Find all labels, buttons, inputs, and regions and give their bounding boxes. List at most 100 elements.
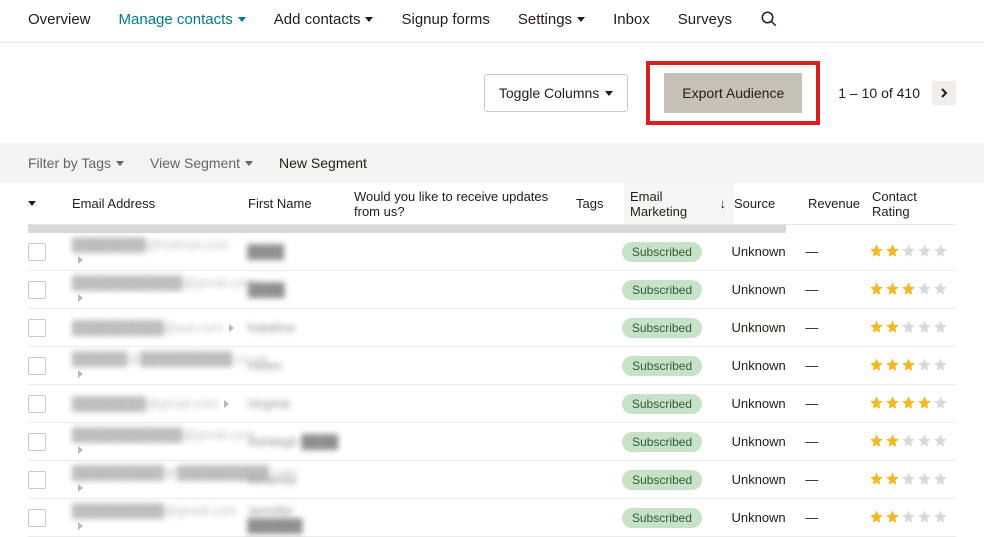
filter-by-tags[interactable]: Filter by Tags [28, 155, 124, 171]
next-page-button[interactable] [932, 81, 956, 105]
table-row[interactable]: ██████████@aol.comNatalinaSubscribedUnkn… [28, 309, 956, 347]
header-revenue[interactable]: Revenue [808, 196, 872, 211]
table-row[interactable]: ████████████@gmail.comAshleigh ████Subsc… [28, 423, 956, 461]
nav-settings[interactable]: Settings [518, 11, 585, 28]
row-checkbox[interactable] [28, 319, 46, 337]
chevron-right-icon [229, 324, 234, 332]
star-icon [869, 243, 884, 261]
header-email[interactable]: Email Address [72, 196, 248, 211]
header-first-name[interactable]: First Name [248, 196, 354, 211]
nav-add-contacts[interactable]: Add contacts [274, 11, 374, 28]
toggle-columns-button[interactable]: Toggle Columns [484, 74, 628, 112]
star-icon [933, 319, 948, 337]
star-icon [885, 433, 900, 451]
first-name-cell: Helen [248, 358, 282, 373]
row-checkbox[interactable] [28, 395, 46, 413]
star-icon [885, 471, 900, 489]
export-audience-button[interactable]: Export Audience [664, 73, 802, 113]
star-icon [917, 509, 932, 527]
table-row[interactable]: ██████@██████████.co.zaHelenSubscribedUn… [28, 347, 956, 385]
rating-stars [869, 509, 948, 527]
horizontal-scroll-indicator[interactable] [28, 225, 786, 233]
row-checkbox[interactable] [28, 471, 46, 489]
header-updates[interactable]: Would you like to receive updates from u… [354, 189, 576, 219]
star-icon [901, 471, 916, 489]
view-segment[interactable]: View Segment [150, 155, 253, 171]
table-row[interactable]: ████████@hotmail.com████SubscribedUnknow… [28, 233, 956, 271]
email-cell: ██████████@gmail.com [72, 503, 237, 518]
star-icon [917, 281, 932, 299]
revenue-cell: — [805, 472, 818, 487]
nav-surveys[interactable]: Surveys [678, 11, 732, 28]
nav-manage-contacts[interactable]: Manage contacts [119, 11, 246, 28]
star-icon [869, 281, 884, 299]
star-icon [917, 319, 932, 337]
star-icon [869, 471, 884, 489]
star-icon [869, 319, 884, 337]
star-icon [885, 395, 900, 413]
first-name-cell: Jennifer ██████ [247, 503, 302, 533]
email-cell: ████████████@gmail.com [72, 275, 255, 290]
toolbar: Toggle Columns Export Audience 1 – 10 of… [0, 43, 984, 143]
star-icon [917, 243, 932, 261]
revenue-cell: — [805, 396, 818, 411]
revenue-cell: — [805, 320, 818, 335]
chevron-right-icon [78, 370, 83, 378]
row-checkbox[interactable] [28, 433, 46, 451]
email-cell: ██████@██████████.co.za [72, 351, 267, 366]
star-icon [917, 395, 932, 413]
star-icon [901, 281, 916, 299]
star-icon [869, 357, 884, 375]
pagination: 1 – 10 of 410 [838, 81, 956, 105]
table-body: ████████@hotmail.com████SubscribedUnknow… [0, 233, 984, 537]
pagination-text: 1 – 10 of 410 [838, 85, 920, 101]
revenue-cell: — [805, 510, 818, 525]
source-cell: Unknown [732, 472, 806, 487]
chevron-down-icon [245, 161, 253, 166]
star-icon [885, 509, 900, 527]
rating-stars [869, 395, 948, 413]
table-row[interactable]: ██████████@gmail.comJennifer ██████Subsc… [28, 499, 956, 537]
header-email-marketing[interactable]: Email Marketing↓ [624, 183, 734, 224]
header-source[interactable]: Source [734, 196, 808, 211]
table-row[interactable]: ████████@gmail.comVirginiaSubscribedUnkn… [28, 385, 956, 423]
new-segment[interactable]: New Segment [279, 155, 367, 171]
header-tags[interactable]: Tags [576, 196, 624, 211]
chevron-right-icon [224, 400, 229, 408]
star-icon [917, 471, 932, 489]
first-name-cell: Natalina [247, 320, 295, 335]
first-name-cell: Virginia [247, 396, 290, 411]
chevron-right-icon [78, 484, 83, 492]
nav-overview[interactable]: Overview [28, 11, 91, 28]
table-row[interactable]: ██████████@██████████.comAmandaSubscribe… [28, 461, 956, 499]
header-contact-rating[interactable]: Contact Rating [872, 189, 956, 219]
first-name-cell: ████ [247, 244, 284, 259]
nav-inbox[interactable]: Inbox [613, 11, 650, 28]
chevron-down-icon [605, 91, 613, 96]
status-badge: Subscribed [622, 394, 702, 414]
table-header: Email Address First Name Would you like … [28, 183, 956, 225]
chevron-right-icon [78, 446, 83, 454]
source-cell: Unknown [731, 244, 805, 259]
row-checkbox[interactable] [28, 243, 46, 261]
header-expand[interactable] [28, 201, 72, 206]
chevron-down-icon [238, 17, 246, 22]
star-icon [933, 471, 948, 489]
star-icon [869, 395, 884, 413]
source-cell: Unknown [731, 396, 805, 411]
star-icon [901, 243, 916, 261]
status-badge: Subscribed [622, 470, 702, 490]
star-icon [885, 281, 900, 299]
star-icon [933, 509, 948, 527]
nav-signup-forms[interactable]: Signup forms [401, 11, 489, 28]
table-row[interactable]: ████████████@gmail.com████SubscribedUnkn… [28, 271, 956, 309]
chevron-down-icon [28, 201, 36, 206]
star-icon [885, 243, 900, 261]
row-checkbox[interactable] [28, 357, 46, 375]
source-cell: Unknown [731, 320, 805, 335]
rating-stars [869, 243, 948, 261]
search-icon[interactable] [760, 10, 778, 28]
star-icon [917, 357, 932, 375]
row-checkbox[interactable] [28, 281, 46, 299]
row-checkbox[interactable] [28, 509, 46, 527]
